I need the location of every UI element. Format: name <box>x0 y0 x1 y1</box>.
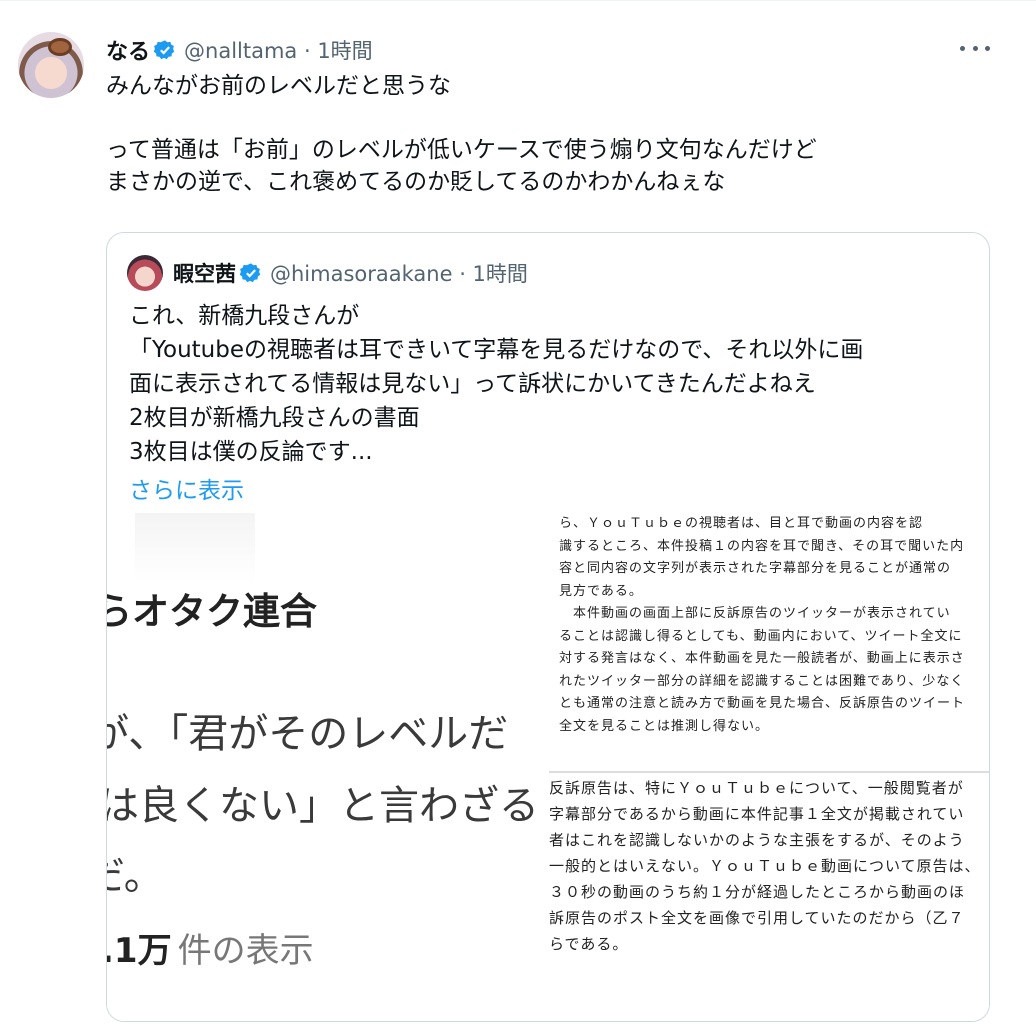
document-line: ３０秒の動画のうち約１分が経過したところから動画のほ <box>549 883 966 901</box>
quote-author-handle-time[interactable]: @himasoraakane · 1時間 <box>270 258 528 288</box>
tweet-text-line: みんながお前のレベルだと思うな <box>106 73 451 99</box>
document-line: 者はこれを認識しないかのような主張をするが、そのよう <box>549 831 965 849</box>
verified-badge-icon <box>154 40 175 60</box>
quote-text-line: これ、新橋九段さんが <box>129 303 360 329</box>
media-image-document[interactable]: ら、ＹｏｕＴｕｂｅの視聴者は、目と耳で動画の内容を認 識するところ、本件投稿１の… <box>549 513 989 1021</box>
document-line: らである。 <box>549 935 629 953</box>
tweet: なる @nalltama · 1時間 みんながお前のレベルだと思うな って普通は… <box>106 30 1006 198</box>
document-line: 識するところ、本件投稿１の内容を耳で聞き、その耳で聞いた内 <box>559 538 965 554</box>
image-text-line: だ。 <box>107 853 164 899</box>
quoted-tweet[interactable]: 暇空茜 @himasoraakane · 1時間 これ、新橋九段さんが 「You… <box>106 232 990 1022</box>
document-line: 対する発言はなく、本件動画を見た一般読者が、動画上に表示さ <box>559 651 965 666</box>
quote-media: らオタク連合 が、「君がそのレベルだ は良くない」と言わざる だ。 .1万件の表… <box>107 513 989 1021</box>
document-line: 訴原告のポスト全文を画像で引用していたのだから（乙７ <box>549 909 965 927</box>
document-line: 字幕部分であるから動画に本件記事１全文が掲載されてい <box>549 805 965 823</box>
top-divider <box>0 0 1036 1</box>
document-line: 容と同内容の文字列が表示された字幕部分を見ることが通常の <box>559 561 952 576</box>
quote-text: これ、新橋九段さんが 「Youtubeの視聴者は耳できいて字幕を見るだけなので、… <box>129 299 979 469</box>
image-fade-area <box>135 513 255 583</box>
tweet-text: みんながお前のレベルだと思うな って普通は「お前」のレベルが低いケースで使う煽り… <box>106 70 1006 198</box>
image-views-number: .1万 <box>107 931 172 971</box>
document-line: 全文を見ることは推測し得ない。 <box>559 718 770 734</box>
image-views-row: .1万 件の表示 <box>107 923 314 972</box>
document-line: 一般的とはいえない。ＹｏｕＴｕｂｅ動画について原告は、 <box>549 857 981 875</box>
media-image-screenshot[interactable]: らオタク連合 が、「君がそのレベルだ は良くない」と言わざる だ。 .1万件の表… <box>107 513 547 1021</box>
image-views-label: 件の表示 <box>177 931 314 971</box>
image-text-line: が、「君がそのレベルだ <box>107 711 509 757</box>
document-line: れたツイッター部分の詳細を認識することは困難であり、少なく <box>559 673 965 689</box>
image-heading-text: らオタク連合 <box>107 590 317 633</box>
tweet-text-line: まさかの逆で、これ褒めてるのか貶してるのかわかんねぇな <box>106 169 726 195</box>
quote-text-line: 「Youtubeの視聴者は耳できいて字幕を見るだけなので、それ以外に画 <box>129 337 864 363</box>
document-page-2: 反訴原告は、特にＹｏｕＴｕｂｅについて、一般閲覧者が 字幕部分であるから動画に本… <box>549 775 989 957</box>
quote-author-avatar[interactable] <box>127 255 163 291</box>
image-text-line: は良くない」と言わざる <box>107 783 539 829</box>
author-handle-time[interactable]: @nalltama · 1時間 <box>184 35 373 65</box>
quote-header: 暇空茜 @himasoraakane · 1時間 <box>127 255 528 291</box>
quote-text-line: 3枚目は僕の反論です... <box>129 439 373 465</box>
document-line: ら、ＹｏｕＴｕｂｅの視聴者は、目と耳で動画の内容を認 <box>559 516 924 531</box>
document-line: 本件動画の画面上部に反訴原告のツイッターが表示されてい <box>559 606 951 621</box>
verified-badge-icon <box>240 263 261 283</box>
document-edge-fade <box>549 513 563 771</box>
quote-author-name[interactable]: 暇空茜 <box>173 258 236 288</box>
document-line: 反訴原告は、特にＹｏｕＴｕｂｅについて、一般閲覧者が <box>549 779 964 797</box>
more-options-icon[interactable] <box>960 38 990 58</box>
avatar-hat-decoration <box>48 38 72 56</box>
tweet-text-line: って普通は「お前」のレベルが低いケースで使う煽り文句なんだけど <box>106 137 817 163</box>
document-line: ることは認識し得るとしても、動画内において、ツイート全文に <box>559 628 963 644</box>
show-more-link[interactable]: さらに表示 <box>129 471 244 505</box>
author-name[interactable]: なる <box>106 34 150 66</box>
document-page-1: ら、ＹｏｕＴｕｂｅの視聴者は、目と耳で動画の内容を認 識するところ、本件投稿１の… <box>559 513 989 771</box>
quote-text-line: 面に表示されてる情報は見ない」って訴状にかいてきたんだよねえ <box>129 371 816 397</box>
tweet-text-line <box>106 102 1006 134</box>
author-avatar[interactable] <box>18 32 84 98</box>
tweet-header: なる @nalltama · 1時間 <box>106 30 1006 70</box>
document-line: 見方である。 <box>559 583 643 599</box>
document-line: とも通常の注意と読み方で動画を見た場合、反訴原告のツイート <box>559 696 966 711</box>
quote-text-line: 2枚目が新橋九段さんの書面 <box>129 405 420 431</box>
document-divider <box>549 771 989 773</box>
